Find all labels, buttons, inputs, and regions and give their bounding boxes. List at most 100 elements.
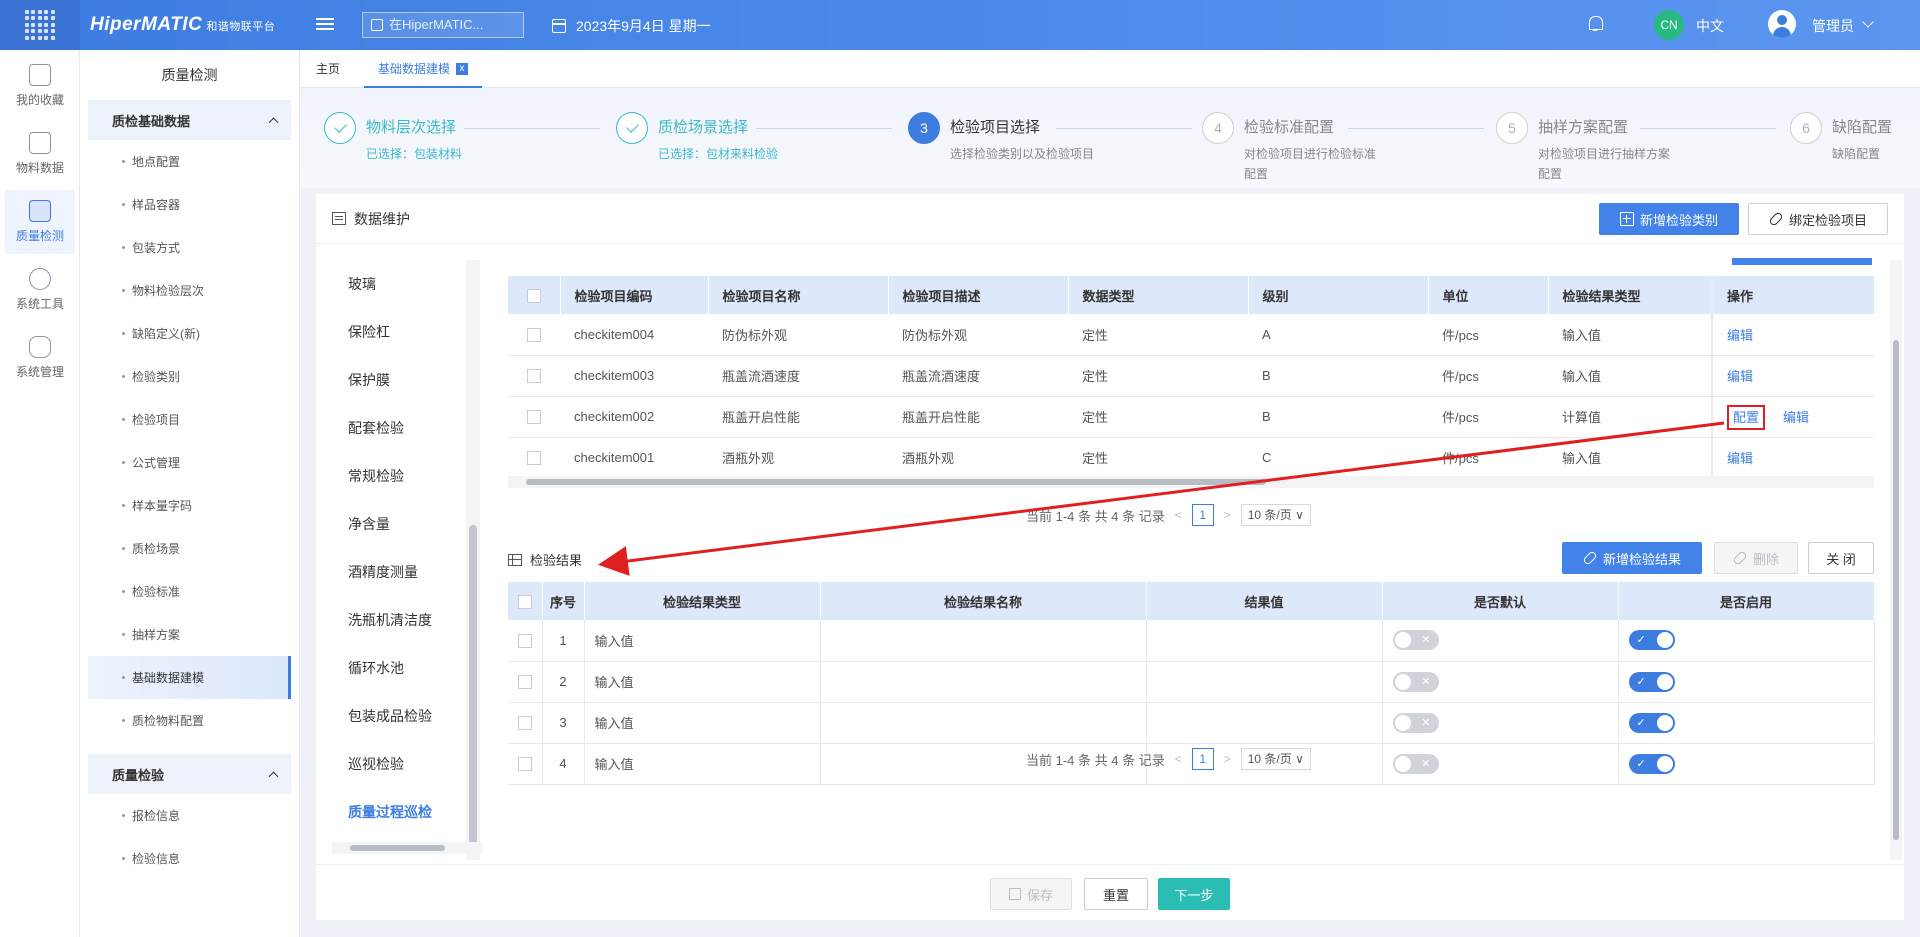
category-item[interactable]: 循环水池 <box>316 644 466 692</box>
star-icon <box>29 64 51 86</box>
sidebar-item[interactable]: 缺陷定义(新) <box>88 312 291 355</box>
select-all-checkbox[interactable] <box>508 276 561 314</box>
default-toggle[interactable]: ✕ <box>1392 671 1439 692</box>
bell-icon[interactable] <box>1588 16 1603 32</box>
bind-item-button[interactable]: 绑定检验项目 <box>1748 203 1888 235</box>
step-4: 4 检验标准配置 对检验项目进行检验标准配置 <box>1202 112 1384 184</box>
sidebar-group-basic-data[interactable]: 质检基础数据 <box>88 100 291 140</box>
row-checkbox[interactable] <box>508 702 543 744</box>
sidebar-group-quality-inspection[interactable]: 质量检验 <box>88 754 291 794</box>
rail-item-system-tools[interactable]: 系统工具 <box>5 258 75 322</box>
category-item[interactable]: 酒精度测量 <box>316 548 466 596</box>
table-hscrollbar[interactable] <box>508 476 1874 488</box>
result-value-cell[interactable] <box>1146 620 1383 662</box>
row-checkbox[interactable] <box>508 314 560 356</box>
reset-button[interactable]: 重置 <box>1084 878 1148 910</box>
sidebar-item[interactable]: 样品容器 <box>88 183 291 226</box>
row-checkbox[interactable] <box>508 437 560 479</box>
rail-item-quality-inspection[interactable]: 质量检测 <box>5 190 75 254</box>
sidebar-item[interactable]: 质检场景 <box>88 527 291 570</box>
sidebar-item[interactable]: 物料检验层次 <box>88 269 291 312</box>
category-scrollbar[interactable] <box>466 260 480 860</box>
result-name-cell[interactable] <box>820 661 1147 703</box>
category-item[interactable]: 净含量 <box>316 500 466 548</box>
enabled-toggle[interactable]: ✓ <box>1628 753 1675 774</box>
category-item[interactable]: 保护膜 <box>316 356 466 404</box>
enabled-toggle[interactable]: ✓ <box>1628 671 1675 692</box>
select-all-checkbox[interactable] <box>508 582 543 620</box>
chevron-down-icon[interactable] <box>1862 16 1874 28</box>
col-header: 级别 <box>1248 276 1429 314</box>
page-size-select[interactable]: 10 条/页 ∨ <box>1240 504 1311 526</box>
save-button[interactable]: 保存 <box>990 878 1072 910</box>
default-toggle[interactable]: ✕ <box>1392 753 1439 774</box>
category-item[interactable]: 保险杠 <box>316 308 466 356</box>
avatar[interactable] <box>1768 10 1796 38</box>
next-step-button[interactable]: 下一步 <box>1158 878 1230 910</box>
rail-item-material-data[interactable]: 物料数据 <box>5 122 75 186</box>
close-results-button[interactable]: 关 闭 <box>1808 542 1874 574</box>
category-hscrollbar[interactable] <box>332 842 482 854</box>
next-page-icon[interactable]: > <box>1224 752 1231 766</box>
sidebar-item[interactable]: 检验信息 <box>88 837 291 880</box>
next-page-icon[interactable]: > <box>1224 508 1231 522</box>
sidebar-item[interactable]: 报检信息 <box>88 794 291 837</box>
config-link[interactable]: 配置 <box>1727 405 1766 430</box>
add-category-button[interactable]: 新增检验类别 <box>1599 203 1739 235</box>
default-toggle[interactable]: ✕ <box>1392 712 1439 733</box>
app-grid-icon[interactable] <box>0 0 80 50</box>
category-item[interactable]: 洗瓶机清洁度 <box>316 596 466 644</box>
enabled-toggle[interactable]: ✓ <box>1628 712 1675 733</box>
page-number[interactable]: 1 <box>1191 748 1214 770</box>
search-input[interactable]: 在HiperMATIC... <box>362 12 524 38</box>
rail-item-favorites[interactable]: 我的收藏 <box>5 54 75 118</box>
user-name[interactable]: 管理员 <box>1812 16 1854 36</box>
tab-data-modeling[interactable]: 基础数据建模 x <box>364 50 483 88</box>
row-checkbox[interactable] <box>508 396 560 438</box>
category-item[interactable]: 配套检验 <box>316 404 466 452</box>
language-label[interactable]: 中文 <box>1696 16 1724 36</box>
result-name-cell[interactable] <box>820 702 1147 744</box>
page-number[interactable]: 1 <box>1191 504 1214 526</box>
result-value-cell[interactable] <box>1146 702 1383 744</box>
default-toggle[interactable]: ✕ <box>1392 630 1439 651</box>
calendar-icon <box>552 19 566 33</box>
edit-link[interactable]: 编辑 <box>1727 328 1753 343</box>
category-item[interactable]: 玻璃 <box>316 260 466 308</box>
add-result-button[interactable]: 新增检验结果 <box>1562 542 1702 574</box>
row-checkbox[interactable] <box>508 661 543 703</box>
row-checkbox[interactable] <box>508 355 560 397</box>
sidebar-item[interactable]: 检验标准 <box>88 570 291 613</box>
category-item[interactable]: 巡视检验 <box>316 740 466 788</box>
prev-page-icon[interactable]: < <box>1175 752 1182 766</box>
tab-home[interactable]: 主页 <box>316 50 340 88</box>
sidebar-item[interactable]: 样本量字码 <box>88 484 291 527</box>
sidebar-item[interactable]: 检验项目 <box>88 398 291 441</box>
card-vscrollbar[interactable] <box>1890 260 1902 860</box>
delete-button[interactable]: 删除 <box>1714 542 1798 574</box>
edit-link[interactable]: 编辑 <box>1783 410 1809 425</box>
edit-link[interactable]: 编辑 <box>1727 451 1753 466</box>
language-badge[interactable]: CN <box>1654 10 1684 40</box>
category-item[interactable]: 包装成品检验 <box>316 692 466 740</box>
category-item-active[interactable]: 质量过程巡检 <box>316 788 466 836</box>
sidebar-item[interactable]: 包装方式 <box>88 226 291 269</box>
menu-toggle-icon[interactable] <box>316 15 334 33</box>
result-name-cell[interactable] <box>820 620 1147 662</box>
sidebar-item[interactable]: 地点配置 <box>88 140 291 183</box>
page-size-select[interactable]: 10 条/页 ∨ <box>1240 748 1311 770</box>
result-value-cell[interactable] <box>1146 661 1383 703</box>
row-checkbox[interactable] <box>508 743 543 785</box>
sidebar-item[interactable]: 抽样方案 <box>88 613 291 656</box>
close-icon[interactable]: x <box>456 63 469 76</box>
sidebar-item-active[interactable]: 基础数据建模 <box>88 656 291 699</box>
category-item[interactable]: 常规检验 <box>316 452 466 500</box>
rail-item-system-management[interactable]: 系统管理 <box>5 326 75 390</box>
sidebar-item[interactable]: 检验类别 <box>88 355 291 398</box>
edit-link[interactable]: 编辑 <box>1727 369 1753 384</box>
sidebar-item[interactable]: 质检物料配置 <box>88 699 291 742</box>
enabled-toggle[interactable]: ✓ <box>1628 630 1675 651</box>
row-checkbox[interactable] <box>508 620 543 662</box>
prev-page-icon[interactable]: < <box>1175 508 1182 522</box>
sidebar-item[interactable]: 公式管理 <box>88 441 291 484</box>
